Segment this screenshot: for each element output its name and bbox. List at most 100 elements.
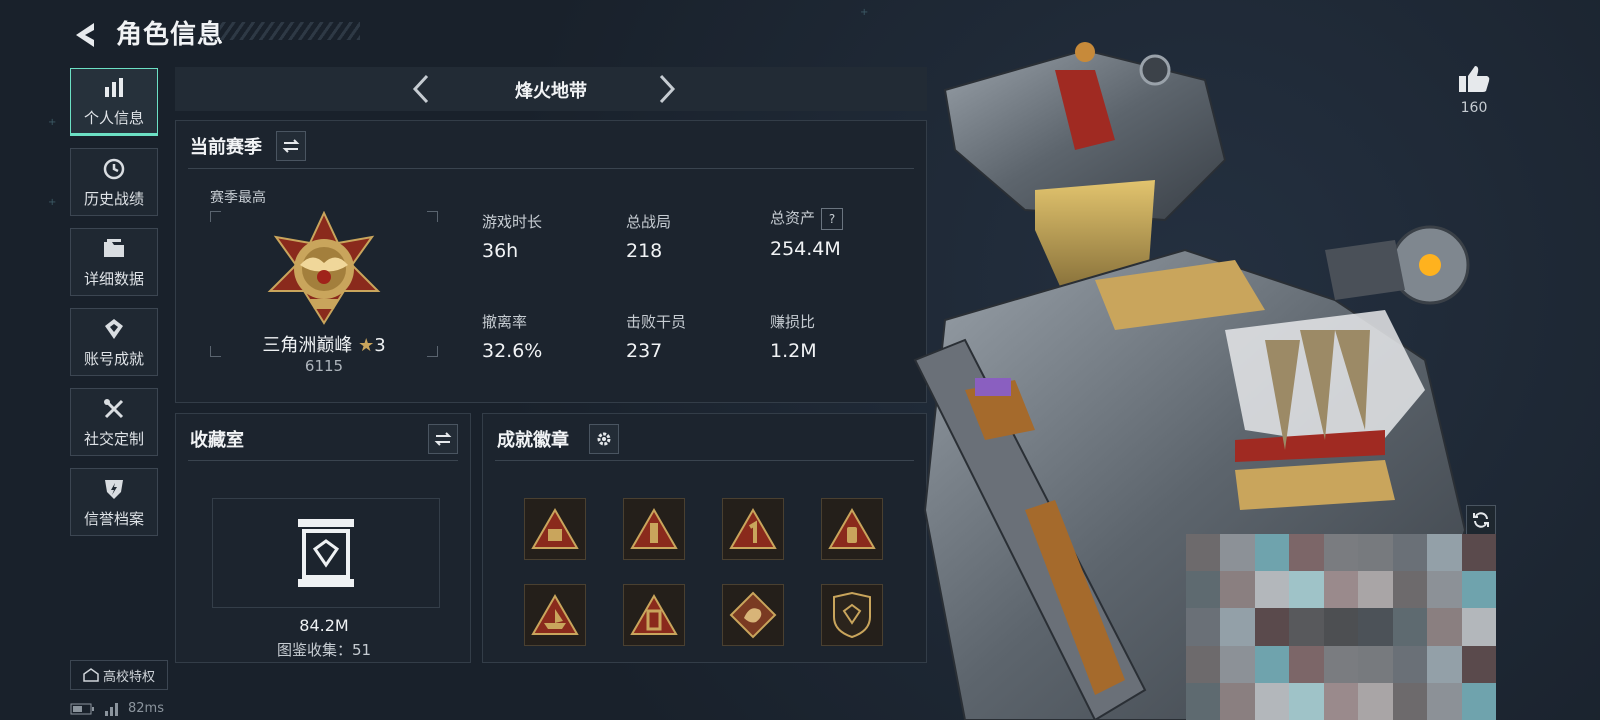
mosaic-cell bbox=[1461, 608, 1496, 646]
badge-triangle-lantern[interactable] bbox=[623, 584, 685, 646]
stat-label: 总战局 bbox=[626, 213, 672, 231]
back-arrow-icon bbox=[76, 23, 94, 47]
badge-diamond-dragon[interactable] bbox=[722, 584, 784, 646]
rank-score: 6115 bbox=[304, 357, 344, 375]
stat-value: 254.4M bbox=[770, 237, 841, 260]
mosaic-cell bbox=[1186, 645, 1221, 683]
gear-icon bbox=[597, 432, 611, 446]
nav-item-achievements[interactable]: 账号成就 bbox=[70, 308, 158, 376]
mode-label: 烽火地带 bbox=[515, 81, 587, 102]
mosaic-cell bbox=[1254, 608, 1290, 646]
rank-name: 三角洲巅峰 ★3 bbox=[210, 331, 438, 357]
deco-dot: + bbox=[48, 117, 57, 128]
mosaic-cell bbox=[1289, 645, 1324, 683]
badge-triangle-crate[interactable] bbox=[524, 498, 586, 560]
nav-item-label: 信誉档案 bbox=[83, 509, 144, 528]
stat-label: 赚损比 bbox=[770, 313, 816, 331]
mosaic-cell bbox=[1220, 608, 1255, 646]
badge-triangle-tower[interactable] bbox=[623, 498, 685, 560]
nav-item-personal-info[interactable]: 个人信息 bbox=[70, 68, 158, 136]
mosaic-cell bbox=[1461, 682, 1496, 720]
collection-preview[interactable] bbox=[212, 498, 440, 608]
mosaic-cell bbox=[1392, 645, 1428, 683]
mosaic-cell bbox=[1186, 608, 1221, 646]
achievements-title: 成就徽章 bbox=[497, 430, 569, 451]
nav-item-reputation[interactable]: 信誉档案 bbox=[70, 468, 158, 536]
mosaic-cell bbox=[1289, 608, 1324, 646]
achievement-icon bbox=[105, 318, 123, 339]
folder-icon bbox=[104, 238, 124, 257]
ping-text: 82ms bbox=[128, 701, 164, 716]
mosaic-cell bbox=[1427, 682, 1462, 720]
mosaic-cell bbox=[1220, 571, 1255, 609]
battery-icon bbox=[70, 703, 94, 714]
divider bbox=[188, 168, 914, 169]
mosaic-cell bbox=[1323, 608, 1359, 646]
stat-extraction-rate: 撤离率 32.6% bbox=[482, 311, 622, 362]
mosaic-cell bbox=[1220, 534, 1255, 572]
page-title: 角色信息 bbox=[116, 20, 225, 50]
mosaic-cell bbox=[1323, 645, 1359, 683]
mosaic-cell bbox=[1254, 645, 1290, 683]
collection-switch-button[interactable] bbox=[428, 424, 458, 454]
mosaic-cell bbox=[1427, 645, 1462, 683]
stat-play-time: 游戏时长 36h bbox=[482, 211, 622, 262]
stat-value: 218 bbox=[626, 240, 663, 262]
chevron-right-icon bbox=[659, 74, 676, 104]
rotate-model-button[interactable] bbox=[1466, 505, 1496, 535]
stat-value: 1.2M bbox=[770, 340, 817, 362]
mosaic-cell bbox=[1427, 534, 1462, 572]
like-button[interactable]: 160 bbox=[1452, 64, 1496, 116]
badge-triangle-ship-icon bbox=[531, 594, 579, 635]
mosaic-cell bbox=[1427, 571, 1462, 609]
nav-item-history[interactable]: 历史战绩 bbox=[70, 148, 158, 216]
mode-selector: 烽火地带 bbox=[175, 67, 927, 111]
mosaic-cell bbox=[1461, 534, 1496, 572]
badge-triangle-tower-icon bbox=[630, 508, 678, 549]
mosaic-cell bbox=[1392, 534, 1428, 572]
help-button[interactable]: ? bbox=[821, 207, 844, 230]
star-icon: ★ bbox=[358, 335, 375, 356]
nav-item-label: 社交定制 bbox=[83, 429, 144, 448]
achievements-panel: 成就徽章 bbox=[482, 413, 927, 663]
mosaic-cell bbox=[1323, 571, 1359, 609]
nav-item-label: 详细数据 bbox=[83, 269, 144, 288]
mosaic-cell bbox=[1186, 534, 1221, 572]
privacy-mosaic bbox=[1186, 534, 1496, 720]
badge-triangle-bottle-icon bbox=[828, 508, 876, 549]
stat-label: 总资产 bbox=[770, 209, 816, 227]
campus-privilege-button[interactable]: 高校特权 bbox=[70, 660, 168, 690]
nav-item-detailed-data[interactable]: 详细数据 bbox=[70, 228, 158, 296]
stat-total-matches: 总战局 218 bbox=[626, 211, 766, 262]
mosaic-cell bbox=[1358, 645, 1393, 683]
stat-value: 36h bbox=[482, 240, 519, 262]
mosaic-cell bbox=[1358, 608, 1393, 646]
nav-item-label: 账号成就 bbox=[83, 349, 144, 368]
collection-count-value: 51 bbox=[351, 641, 372, 659]
achievements-settings-button[interactable] bbox=[589, 424, 619, 454]
badge-triangle-crate-icon bbox=[531, 508, 579, 549]
thumbs-up-icon bbox=[1459, 66, 1490, 92]
mosaic-cell bbox=[1461, 645, 1496, 683]
badge-triangle-one[interactable] bbox=[722, 498, 784, 560]
back-button[interactable] bbox=[70, 18, 104, 52]
badge-triangle-bottle[interactable] bbox=[821, 498, 883, 560]
rank-medal-icon bbox=[267, 211, 381, 325]
collection-title: 收藏室 bbox=[190, 430, 244, 451]
season-panel: 当前赛季 赛季最高 三角洲巅峰 ★3 6115 游戏时长 36h 总战局 218… bbox=[175, 120, 927, 403]
season-switch-button[interactable] bbox=[276, 131, 306, 161]
collection-value: 84.2M bbox=[299, 616, 349, 635]
nav-item-social-custom[interactable]: 社交定制 bbox=[70, 388, 158, 456]
mosaic-cell bbox=[1427, 608, 1462, 646]
campus-privilege-label: 高校特权 bbox=[102, 669, 155, 685]
shield-lightning-icon bbox=[105, 479, 123, 499]
mosaic-cell bbox=[1392, 571, 1428, 609]
nav-item-label: 历史战绩 bbox=[83, 189, 144, 208]
mosaic-cell bbox=[1186, 571, 1221, 609]
badge-triangle-ship[interactable] bbox=[524, 584, 586, 646]
badge-shield-gem[interactable] bbox=[821, 584, 883, 646]
badge-triangle-one-icon bbox=[729, 508, 777, 549]
mosaic-cell bbox=[1254, 682, 1290, 720]
mosaic-cell bbox=[1220, 645, 1255, 683]
mode-next-button[interactable] bbox=[651, 73, 681, 105]
